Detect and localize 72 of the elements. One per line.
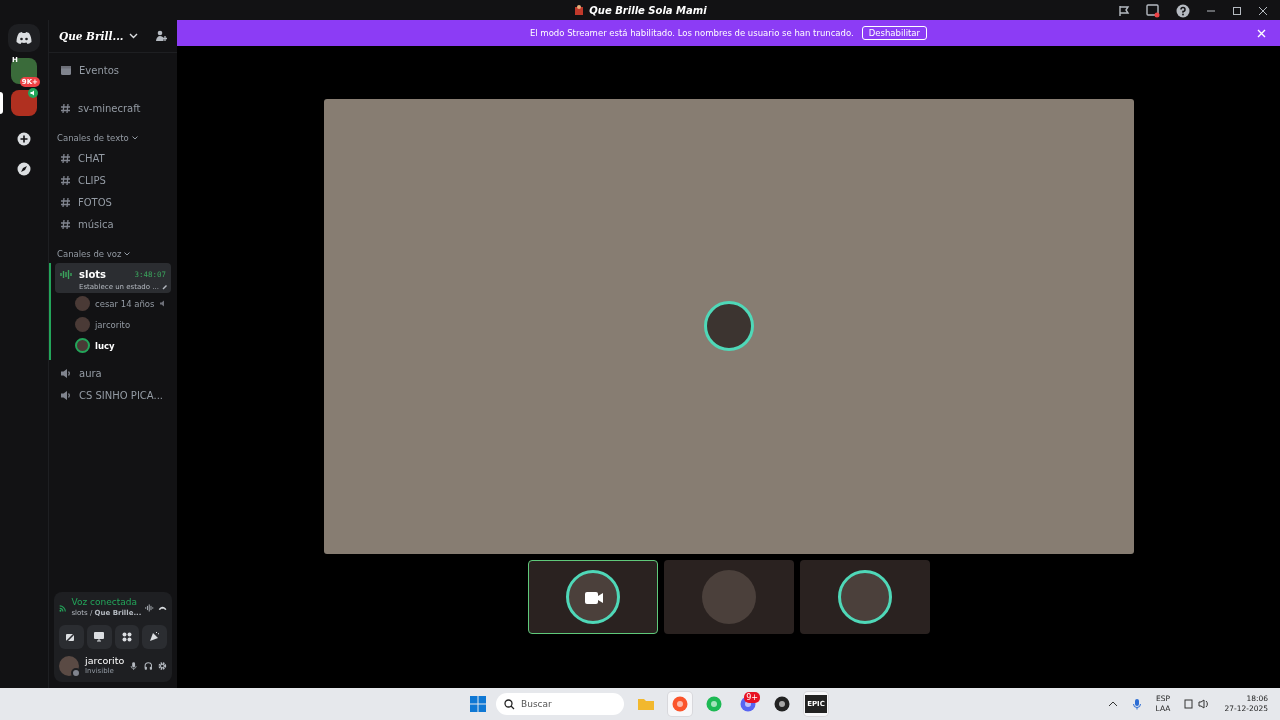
microphone-icon[interactable] [130,659,138,672]
selection-pill [0,92,3,114]
text-channel[interactable]: sv-minecraft [55,97,171,119]
speaker-icon [28,88,38,98]
start-icon[interactable] [470,696,486,712]
add-server-icon[interactable] [17,132,31,146]
notification-badge: 9+ [744,692,760,703]
app-icon [672,696,688,712]
text-channel[interactable]: música [55,213,171,235]
participant-tile[interactable] [527,560,658,634]
soundboard-button[interactable] [142,624,167,649]
voice-channel[interactable]: aura [55,362,171,384]
settings-icon[interactable] [158,659,167,672]
flag-icon[interactable] [1118,5,1130,17]
chevron-up-icon[interactable] [1107,701,1118,707]
chevron-down-icon[interactable] [131,136,138,140]
voice-member[interactable]: jarcorito [55,314,171,335]
compass-icon[interactable] [17,162,31,176]
signal-icon[interactable] [59,602,68,615]
folder-icon [637,697,655,711]
disable-button[interactable]: Deshabilitar [861,26,928,40]
connection-status[interactable]: Voz conectada [71,597,137,610]
username: jarcorito [85,654,125,667]
hang-up-icon[interactable] [157,604,167,613]
hash-icon [60,102,71,114]
voice-channel[interactable]: CS SINHO PICA... [55,384,171,406]
participant-tile[interactable] [663,560,794,634]
speaker-icon [60,389,72,401]
voice-member[interactable]: lucy [55,335,171,356]
text-channel[interactable]: CHAT [55,147,171,169]
discord-logo[interactable] [8,24,40,52]
calendar-icon [60,64,72,76]
app-icon [706,696,722,712]
participant-tile[interactable] [799,560,930,634]
network-volume-icon[interactable] [1184,698,1211,710]
waveform-icon[interactable] [145,602,154,615]
close-icon[interactable] [1258,6,1268,16]
hash-icon [60,152,71,164]
taskbar-app[interactable]: 9+ [736,692,760,716]
emoji-icon [573,4,586,16]
server-name[interactable]: Que Brill... [59,30,124,42]
app-icon [774,696,790,712]
monitor-icon [93,631,106,643]
user-avatar[interactable] [59,655,79,676]
headphones-icon[interactable] [143,659,153,672]
microphone-icon[interactable] [1131,698,1142,710]
text-channel[interactable]: CLIPS [55,169,171,191]
share-screen-button[interactable] [86,624,112,649]
search-field[interactable]: Buscar [496,693,624,715]
events-item[interactable]: Eventos [55,59,171,81]
streamer-mode-notice: El modo Streamer está habilitado. Los nombres de usuario se han truncado. [529,28,854,38]
hash-icon [60,218,71,230]
video-camera-icon [583,591,604,605]
category-label[interactable]: Canales de texto [57,133,129,143]
speaker-icon [60,367,72,379]
maximize-icon[interactable] [1232,6,1242,16]
window-title: Que Brille Sola Mami [589,4,707,16]
hash-icon [60,174,71,186]
voice-member[interactable]: cesar 14 años [55,293,171,314]
activities-button[interactable] [114,624,140,649]
waveform-icon [60,268,72,280]
text-channel[interactable]: FOTOS [55,191,171,213]
grid-icon [121,631,132,642]
party-horn-icon [149,631,161,643]
add-person-icon[interactable] [155,30,167,42]
category-label[interactable]: Canales de voz [57,249,122,259]
hash-icon [60,196,71,208]
pencil-icon[interactable] [161,284,168,290]
screen-icon[interactable] [1146,4,1160,18]
help-icon[interactable] [1176,4,1190,18]
camera-off-button[interactable] [59,624,84,649]
chevron-down-icon[interactable] [124,252,131,256]
